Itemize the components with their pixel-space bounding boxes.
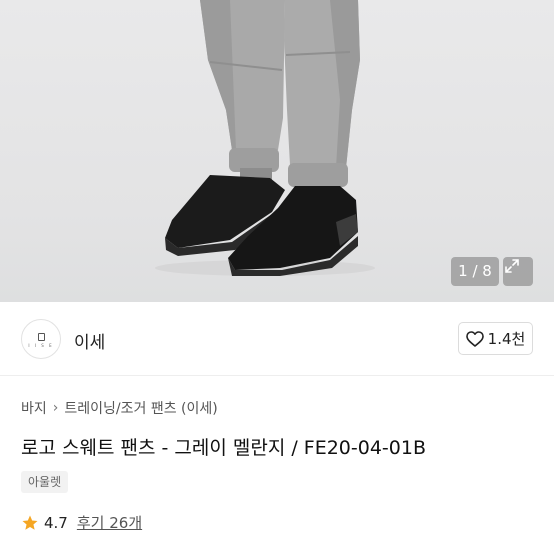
breadcrumb-item-subcategory[interactable]: 트레이닝/조거 팬츠 (이세) [64, 398, 217, 418]
like-count: 1.4천 [487, 330, 526, 348]
outlet-badge: 아울렛 [21, 471, 69, 493]
shop-logo-word: I I S E [28, 342, 54, 348]
expand-icon [505, 259, 519, 273]
star-icon [22, 515, 38, 530]
rating-summary: 4.7 후기 26개 [21, 512, 142, 533]
reviews-link[interactable]: 후기 26개 [77, 512, 142, 533]
heart-outline-icon [465, 330, 484, 347]
shop-logo[interactable]: I I S E [21, 319, 61, 359]
product-title: 로고 스웨트 팬츠 - 그레이 멜란지 / FE20-04-01B [21, 437, 426, 459]
shop-name[interactable]: 이세 [74, 328, 105, 353]
expand-button[interactable] [503, 257, 533, 286]
breadcrumb-item-category[interactable]: 바지 [21, 398, 47, 418]
image-counter: 1 / 8 [451, 257, 499, 286]
chevron-right-icon: › [52, 400, 59, 416]
product-image-gallery[interactable]: 1 / 8 [0, 0, 554, 302]
shop-logo-mark [37, 332, 45, 341]
like-button[interactable]: 1.4천 [458, 322, 533, 355]
breadcrumb: 바지 › 트레이닝/조거 팬츠 (이세) [21, 398, 218, 418]
rating-value: 4.7 [44, 513, 68, 532]
